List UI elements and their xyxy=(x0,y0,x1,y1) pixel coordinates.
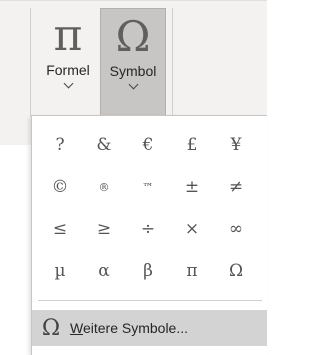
symbol-grid: ? & € £ ¥ © ® ™ ± ≠ ≤ ≥ ÷ × ∞ µ α β π Ω xyxy=(38,124,258,292)
symbol-multiply[interactable]: × xyxy=(170,208,214,250)
chevron-down-icon xyxy=(128,79,138,90)
symbol-pi[interactable]: π xyxy=(170,250,214,292)
symbol-registered[interactable]: ® xyxy=(82,166,126,208)
chevron-down-icon xyxy=(63,78,73,89)
symbol-greater-equal[interactable]: ≥ xyxy=(82,208,126,250)
accesskey-letter: W xyxy=(70,320,83,336)
symbol-not-equal[interactable]: ≠ xyxy=(214,166,258,208)
symbol-micro[interactable]: µ xyxy=(38,250,82,292)
ribbon-top-border xyxy=(0,0,267,1)
more-symbols-label-rest: eitere Symbole... xyxy=(82,320,189,336)
ribbon-separator xyxy=(30,8,31,116)
menu-separator xyxy=(38,300,262,301)
symbol-ampersand[interactable]: & xyxy=(82,124,126,166)
symbol-label: Symbol xyxy=(109,63,157,79)
symbol-euro[interactable]: € xyxy=(126,124,170,166)
symbol-yen[interactable]: ¥ xyxy=(214,124,258,166)
symbol-infinity[interactable]: ∞ xyxy=(214,208,258,250)
more-symbols-label: Weitere Symbole... xyxy=(70,320,188,336)
formel-label: Formel xyxy=(46,62,90,78)
symbol-dropdown: ? & € £ ¥ © ® ™ ± ≠ ≤ ≥ ÷ × ∞ µ α β π Ω … xyxy=(31,115,267,355)
pi-icon: π xyxy=(53,10,83,61)
more-symbols-button[interactable]: Ω Weitere Symbole... xyxy=(32,310,267,346)
symbol-trademark[interactable]: ™ xyxy=(126,166,170,208)
symbol-button[interactable]: Ω Symbol xyxy=(100,8,166,116)
symbol-pound[interactable]: £ xyxy=(170,124,214,166)
symbol-less-equal[interactable]: ≤ xyxy=(38,208,82,250)
symbol-copyright[interactable]: © xyxy=(38,166,82,208)
symbol-divide[interactable]: ÷ xyxy=(126,208,170,250)
omega-icon: Ω xyxy=(115,12,151,61)
symbol-question[interactable]: ? xyxy=(38,124,82,166)
ribbon-separator xyxy=(172,8,173,116)
omega-icon: Ω xyxy=(41,315,61,341)
symbol-omega[interactable]: Ω xyxy=(214,250,258,292)
formel-button[interactable]: π Formel xyxy=(36,8,100,116)
symbol-beta[interactable]: β xyxy=(126,250,170,292)
symbol-plus-minus[interactable]: ± xyxy=(170,166,214,208)
symbol-alpha[interactable]: α xyxy=(82,250,126,292)
